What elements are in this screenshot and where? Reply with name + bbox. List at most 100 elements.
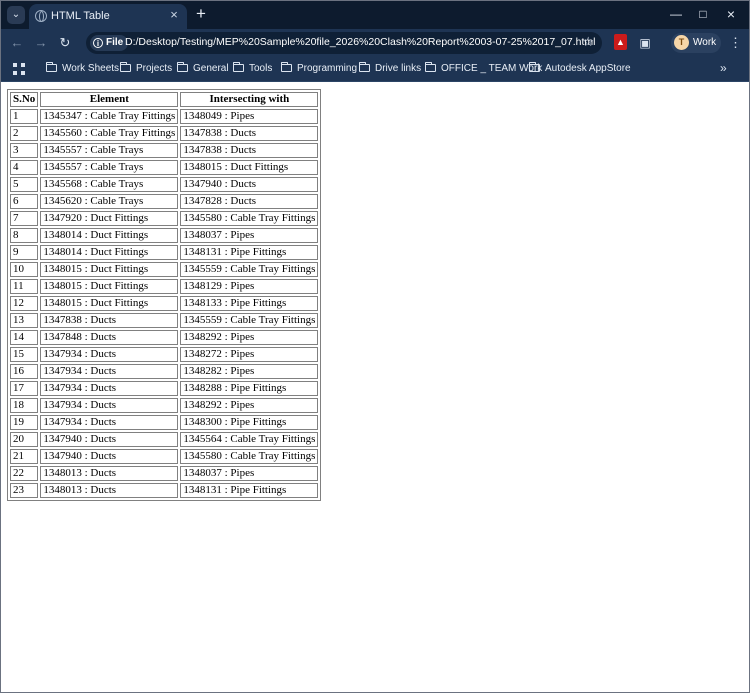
site-info-chip[interactable]: i File (90, 35, 129, 51)
cell-element: 1345620 : Cable Trays (40, 194, 179, 209)
folder-icon (359, 62, 370, 72)
close-icon[interactable]: × (167, 8, 181, 22)
cell-sno: 9 (10, 245, 39, 260)
bookmark-tools[interactable]: Tools (233, 62, 272, 76)
tab-html-table[interactable]: HTML Table × (29, 4, 187, 29)
bookmark-programming[interactable]: Programming (281, 62, 357, 76)
cell-intersecting: 1347838 : Ducts (180, 143, 319, 158)
table-row: 3 1345557 : Cable Trays 1347838 : Ducts (10, 143, 319, 158)
bookmark-label: OFFICE _ TEAM Work (441, 63, 543, 74)
reload-icon[interactable]: ↻ (56, 34, 74, 52)
bookmark-drive-links[interactable]: Drive links (359, 62, 421, 76)
table-row: 19 1347934 : Ducts 1348300 : Pipe Fittings (10, 415, 319, 430)
cell-element: 1345557 : Cable Trays (40, 143, 179, 158)
bookmark-general[interactable]: General (177, 62, 229, 76)
profile-label: Work (693, 37, 717, 48)
folder-icon (529, 62, 540, 72)
folder-icon (177, 62, 188, 72)
cell-sno: 23 (10, 483, 39, 498)
cell-sno: 20 (10, 432, 39, 447)
table-row: 13 1347838 : Ducts 1345559 : Cable Tray Fi… (10, 313, 319, 328)
bookmark-label: Programming (297, 63, 358, 74)
bookmark-projects[interactable]: Projects (120, 62, 172, 76)
cell-sno: 4 (10, 160, 39, 175)
cell-sno: 18 (10, 398, 39, 413)
table-row: 18 1347934 : Ducts 1348292 : Pipes (10, 398, 319, 413)
arrow-left-icon[interactable]: ← (8, 34, 26, 52)
column-header-element: Element (40, 92, 179, 107)
table-row: 8 1348014 : Duct Fittings 1348037 : Pipes (10, 228, 319, 243)
cell-intersecting: 1348133 : Pipe Fittings (180, 296, 319, 311)
cell-sno: 21 (10, 449, 39, 464)
cell-sno: 10 (10, 262, 39, 277)
cell-intersecting: 1348037 : Pipes (180, 466, 319, 481)
cell-sno: 22 (10, 466, 39, 481)
close-window-icon[interactable]: × (721, 5, 741, 23)
cell-intersecting: 1347838 : Ducts (180, 126, 319, 141)
cell-intersecting: 1345580 : Cable Tray Fittings (180, 449, 319, 464)
folder-icon (281, 62, 292, 72)
page-content: S.No Element Intersecting with 1 1345347 … (1, 82, 749, 692)
arrow-right-icon[interactable]: → (32, 34, 50, 52)
table-row: 12 1348015 : Duct Fittings 1348133 : Pipe … (10, 296, 319, 311)
bookmark-autodesk-appstore[interactable]: Autodesk AppStore (529, 62, 631, 76)
cell-sno: 17 (10, 381, 39, 396)
chevron-down-icon[interactable]: ⌄ (7, 6, 25, 24)
cell-sno: 11 (10, 279, 39, 294)
cell-intersecting: 1348292 : Pipes (180, 330, 319, 345)
bookmark-office-team-work[interactable]: OFFICE _ TEAM Work (425, 62, 542, 76)
chevron-double-right-icon[interactable]: » (720, 61, 727, 75)
table-row: 22 1348013 : Ducts 1348037 : Pipes (10, 466, 319, 481)
cell-element: 1347940 : Ducts (40, 432, 179, 447)
cell-intersecting: 1345564 : Cable Tray Fittings (180, 432, 319, 447)
cell-element: 1347934 : Ducts (40, 381, 179, 396)
plus-icon[interactable]: + (193, 5, 209, 22)
cell-element: 1347848 : Ducts (40, 330, 179, 345)
cell-element: 1345557 : Cable Trays (40, 160, 179, 175)
table-header-row: S.No Element Intersecting with (10, 92, 319, 107)
cell-intersecting: 1345559 : Cable Tray Fittings (180, 262, 319, 277)
table-row: 2 1345560 : Cable Tray Fittings 1347838 : … (10, 126, 319, 141)
cell-element: 1347838 : Ducts (40, 313, 179, 328)
cell-element: 1347934 : Ducts (40, 398, 179, 413)
bookmark-work-sheets[interactable]: Work Sheets (46, 62, 119, 76)
profile-button[interactable]: T Work (671, 33, 721, 53)
folder-icon (425, 62, 436, 72)
table-row: 23 1348013 : Ducts 1348131 : Pipe Fittings (10, 483, 319, 498)
table-row: 9 1348014 : Duct Fittings 1348131 : Pipe F… (10, 245, 319, 260)
url-text[interactable]: D:/Desktop/Testing/MEP%20Sample%20file_2… (125, 36, 595, 48)
cell-intersecting: 1348037 : Pipes (180, 228, 319, 243)
cell-sno: 6 (10, 194, 39, 209)
cell-sno: 14 (10, 330, 39, 345)
cell-element: 1345347 : Cable Tray Fittings (40, 109, 179, 124)
globe-icon (35, 10, 47, 22)
cell-sno: 2 (10, 126, 39, 141)
cell-sno: 15 (10, 347, 39, 362)
table-row: 16 1347934 : Ducts 1348282 : Pipes (10, 364, 319, 379)
cell-intersecting: 1345559 : Cable Tray Fittings (180, 313, 319, 328)
bookmarks-bar: Work Sheets Projects General Tools Progr… (1, 57, 749, 82)
minimize-icon[interactable]: — (666, 5, 686, 23)
table-row: 20 1347940 : Ducts 1345564 : Cable Tray Fi… (10, 432, 319, 447)
bookmark-label: Autodesk AppStore (545, 63, 631, 74)
apps-grid-icon[interactable] (13, 63, 25, 75)
column-header-intersecting: Intersecting with (180, 92, 319, 107)
cell-element: 1345568 : Cable Trays (40, 177, 179, 192)
table-row: 17 1347934 : Ducts 1348288 : Pipe Fittings (10, 381, 319, 396)
maximize-icon[interactable]: □ (693, 5, 713, 23)
pdf-extension-icon[interactable]: ▲ (614, 34, 627, 50)
cell-element: 1348015 : Duct Fittings (40, 262, 179, 277)
cell-element: 1348014 : Duct Fittings (40, 228, 179, 243)
table-row: 4 1345557 : Cable Trays 1348015 : Duct Fit… (10, 160, 319, 175)
address-bar[interactable]: i File D:/Desktop/Testing/MEP%20Sample%20… (86, 32, 602, 54)
table-row: 11 1348015 : Duct Fittings 1348129 : Pipes (10, 279, 319, 294)
table-row: 21 1347940 : Ducts 1345580 : Cable Tray Fi… (10, 449, 319, 464)
cell-element: 1347934 : Ducts (40, 415, 179, 430)
table-row: 15 1347934 : Ducts 1348272 : Pipes (10, 347, 319, 362)
puzzle-icon[interactable]: ▣ (637, 35, 653, 51)
bookmark-label: Work Sheets (62, 63, 120, 74)
kebab-menu-icon[interactable]: ⋮ (729, 35, 742, 51)
star-icon[interactable]: ☆ (582, 34, 594, 50)
table-row: 14 1347848 : Ducts 1348292 : Pipes (10, 330, 319, 345)
cell-intersecting: 1348292 : Pipes (180, 398, 319, 413)
